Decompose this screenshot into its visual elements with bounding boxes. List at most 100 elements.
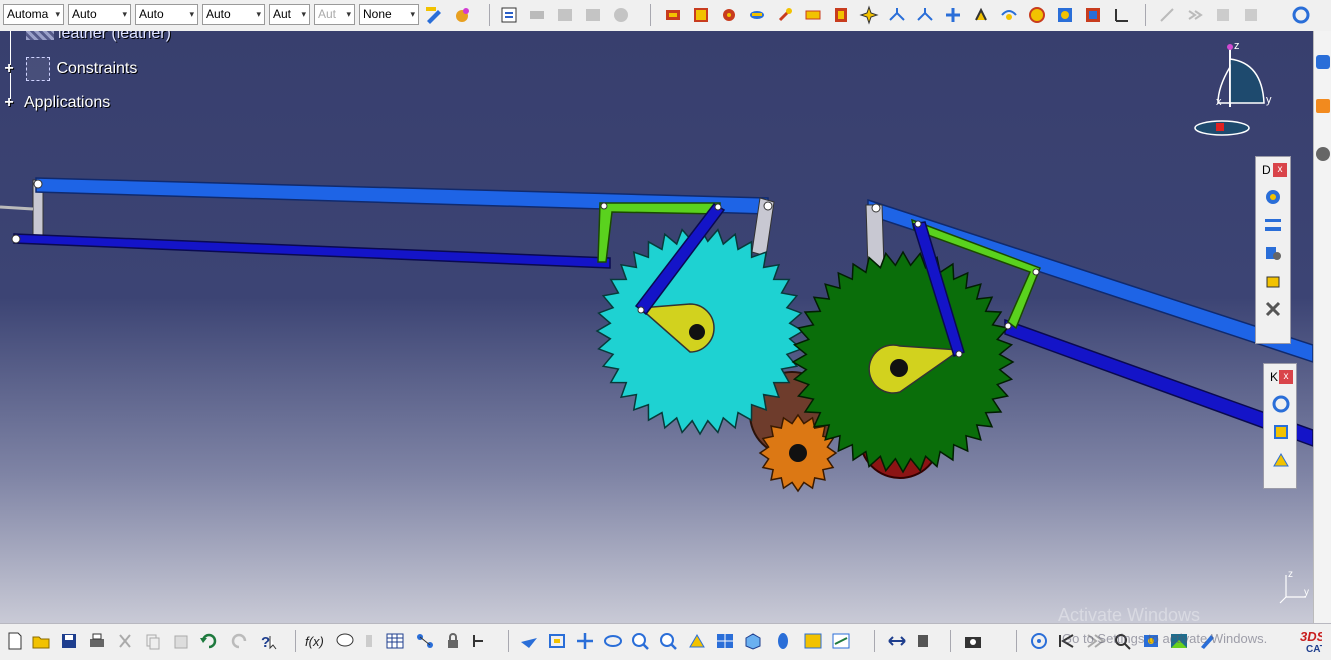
save-icon[interactable] <box>58 630 80 652</box>
undo-icon[interactable] <box>198 630 220 652</box>
compile-simulation-icon[interactable] <box>1260 183 1286 211</box>
simulation-icon[interactable] <box>1260 239 1286 267</box>
compass-x-label: x <box>1216 96 1222 108</box>
cable-joint-icon[interactable] <box>914 4 936 26</box>
activation-watermark-title: Activate Windows <box>1058 605 1201 623</box>
revolute-joint-icon[interactable] <box>718 4 740 26</box>
svg-text:CATIA: CATIA <box>1306 644 1322 654</box>
painter-icon[interactable] <box>423 4 445 26</box>
axis-system-icon[interactable] <box>1110 4 1132 26</box>
catalog-icon[interactable] <box>414 630 436 652</box>
mechanism-scene <box>0 177 1313 493</box>
point-surface-joint-icon[interactable] <box>1082 4 1104 26</box>
pan-icon[interactable] <box>574 630 596 652</box>
axis-triad: z y <box>1279 569 1309 604</box>
dmu-palette-header[interactable]: Dx <box>1256 157 1290 183</box>
part-icon <box>26 31 54 40</box>
close-icon[interactable]: x <box>1273 163 1287 177</box>
svg-text:f(x): f(x) <box>305 634 324 649</box>
disabled-tool-2-icon <box>1184 4 1206 26</box>
tree-item-leather[interactable]: leather (leather) <box>26 31 171 43</box>
roll-curve-joint-icon[interactable] <box>1054 4 1076 26</box>
linetype-combo[interactable]: Auto ▾ <box>202 4 265 25</box>
material-icon[interactable] <box>451 4 473 26</box>
dmu-palette: Dx <box>1255 156 1291 344</box>
strip-tool-3-icon[interactable] <box>1316 147 1330 161</box>
point-type-combo[interactable]: Aut ▾ <box>269 4 310 25</box>
svg-text:y: y <box>1304 587 1309 598</box>
manipulation-icon[interactable] <box>886 630 908 652</box>
point-curve-joint-icon[interactable] <box>998 4 1020 26</box>
tree-item-applications[interactable]: + Applications <box>2 94 110 112</box>
color-combo[interactable]: Automa ▾ <box>3 4 64 25</box>
trace-icon[interactable] <box>1268 418 1294 446</box>
left-crank-hub <box>689 324 705 340</box>
close-icon[interactable]: x <box>1279 370 1293 384</box>
strip-tool-2-icon[interactable] <box>1316 99 1330 113</box>
transparency-combo[interactable]: Auto ▾ <box>68 4 131 25</box>
left-stub <box>0 205 34 211</box>
svg-text:z: z <box>1288 569 1293 580</box>
sensors-icon[interactable] <box>1260 267 1286 295</box>
line-thickness-combo[interactable]: Auto ▾ <box>135 4 198 25</box>
compass[interactable]: z x y <box>1192 37 1272 147</box>
formula-icon[interactable]: f(x) <box>304 630 326 652</box>
fly-mode-icon[interactable] <box>518 630 540 652</box>
swept-volume-icon[interactable] <box>1268 390 1294 418</box>
sketch-analysis-icon[interactable] <box>470 630 492 652</box>
cut-icon <box>114 630 136 652</box>
layer-combo[interactable]: None ▾ <box>359 4 419 25</box>
activation-watermark-subtitle: Go to Settings to activate Windows. <box>1062 631 1268 646</box>
strip-tool-1-icon[interactable] <box>1316 55 1330 69</box>
cv-joint-icon[interactable] <box>970 4 992 26</box>
multi-view-icon[interactable] <box>714 630 736 652</box>
table-icon[interactable] <box>384 630 406 652</box>
compass-z-label: z <box>1234 40 1240 52</box>
lock-icon[interactable] <box>442 630 464 652</box>
rigid-joint-icon[interactable] <box>802 4 824 26</box>
universal-joint-icon[interactable] <box>942 4 964 26</box>
swap-visible-space-icon[interactable] <box>830 630 852 652</box>
expand-icon[interactable]: + <box>2 60 16 78</box>
kinematics-palette-header[interactable]: Kx <box>1264 364 1296 390</box>
camera-icon[interactable] <box>962 630 984 652</box>
orange-gear <box>758 413 838 493</box>
right-toolbar-strip <box>1313 31 1331 623</box>
new-file-icon[interactable] <box>4 630 26 652</box>
gear-joint-icon[interactable] <box>858 4 880 26</box>
screw-joint-icon[interactable] <box>774 4 796 26</box>
comment-icon[interactable] <box>334 630 356 652</box>
iso-view-icon[interactable] <box>742 630 764 652</box>
rack-joint-icon[interactable] <box>886 4 908 26</box>
zoom-out-icon[interactable] <box>658 630 680 652</box>
print-icon[interactable] <box>86 630 108 652</box>
normal-view-icon[interactable] <box>686 630 708 652</box>
disabled-tool-1-icon <box>1156 4 1178 26</box>
snap-icon[interactable] <box>914 630 936 652</box>
update-icon[interactable] <box>1290 4 1312 26</box>
bottom-toolbar: ? f(x) 3DSCATIA Go to Settings to activa… <box>0 623 1331 660</box>
properties-icon[interactable] <box>498 4 520 26</box>
player-icon[interactable] <box>1260 211 1286 239</box>
tree-item-constraints[interactable]: + Constraints <box>2 57 137 81</box>
analyze-mechanism-icon[interactable] <box>1268 446 1294 474</box>
disabled-tool-4-icon <box>1240 4 1262 26</box>
planar-joint-icon[interactable] <box>830 4 852 26</box>
fixed-part-icon[interactable] <box>690 4 712 26</box>
simulation-target-icon[interactable] <box>1028 630 1050 652</box>
shading-icon[interactable] <box>772 630 794 652</box>
disabled-tool-3-icon <box>1212 4 1234 26</box>
measure-icon <box>526 4 548 26</box>
3d-viewport[interactable]: leather (leather) + Constraints + Applica… <box>0 31 1313 623</box>
open-folder-icon[interactable] <box>30 630 52 652</box>
hide-show-icon[interactable] <box>802 630 824 652</box>
tools-icon[interactable] <box>1260 295 1286 323</box>
expand-icon[interactable]: + <box>2 94 16 112</box>
whats-this-icon[interactable]: ? <box>258 630 280 652</box>
slide-curve-joint-icon[interactable] <box>1026 4 1048 26</box>
mechanism-icon[interactable] <box>662 4 684 26</box>
rotate-icon[interactable] <box>602 630 624 652</box>
cylindrical-joint-icon[interactable] <box>746 4 768 26</box>
zoom-in-icon[interactable] <box>630 630 652 652</box>
fit-all-icon[interactable] <box>546 630 568 652</box>
